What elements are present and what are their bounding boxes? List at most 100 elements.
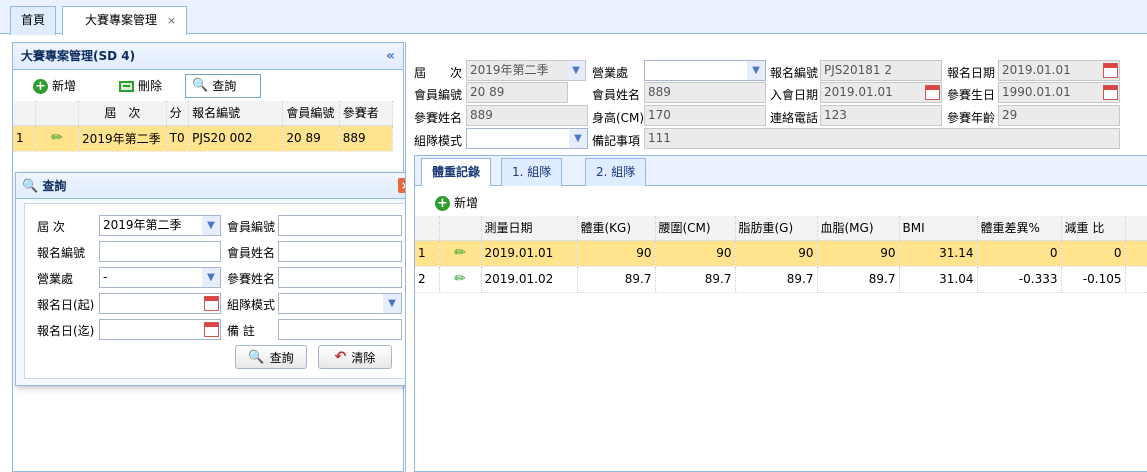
tab-group-2-label: 2. 組隊 xyxy=(596,165,636,179)
collapse-icon[interactable]: « xyxy=(386,43,395,70)
col-date[interactable]: 測量日期 xyxy=(481,216,578,241)
col-session[interactable]: 屆 次 xyxy=(78,101,167,126)
height-field[interactable]: 170 xyxy=(644,105,766,126)
chevron-down-icon[interactable]: ▼ xyxy=(747,61,765,80)
col-ratio[interactable]: 減重 比 xyxy=(1061,216,1126,241)
cell-filler xyxy=(1125,240,1147,267)
dialog-query-button[interactable]: 🔍 查詢 xyxy=(235,345,307,369)
participant-name-input[interactable] xyxy=(278,267,402,288)
table-row[interactable]: 1 ✏ 2019.01.01 90 90 90 90 31.14 0 0 xyxy=(415,240,1147,267)
label-branch: 營業處 xyxy=(37,272,74,286)
session-select[interactable]: 2019年第二季 ▼ xyxy=(99,215,221,236)
calendar-icon[interactable] xyxy=(204,296,219,311)
calendar-icon[interactable] xyxy=(204,322,219,337)
col-member-no[interactable]: 會員編號 xyxy=(282,101,340,126)
branch-select-value: - xyxy=(103,270,108,284)
join-date-field[interactable]: 2019.01.01 xyxy=(820,82,942,103)
col-bmi[interactable]: BMI xyxy=(899,216,978,241)
delete-button[interactable]: 刪除 xyxy=(113,74,168,98)
tab-weight-record[interactable]: 體重記錄 xyxy=(421,158,492,186)
weight-add-button[interactable]: + 新增 xyxy=(429,191,484,215)
cell-diff: -0.333 xyxy=(977,266,1062,293)
cell-waist: 89.7 xyxy=(655,266,736,293)
cell-participant: 889 xyxy=(339,125,394,152)
age-field[interactable]: 29 xyxy=(998,105,1120,126)
col-participant[interactable]: 參賽者 xyxy=(339,101,394,126)
close-icon[interactable]: × xyxy=(167,14,176,27)
tab-group-2[interactable]: 2. 組隊 xyxy=(585,158,647,186)
session-select[interactable]: 2019年第二季 ▼ xyxy=(466,60,586,81)
reg-no-field[interactable]: PJS20181 2 xyxy=(820,60,942,81)
table-row[interactable]: 1 ✏ 2019年第二季 T0 PJS20 002 20 89 889 xyxy=(13,125,394,152)
calendar-icon[interactable] xyxy=(1103,85,1118,100)
tab-contest-project[interactable]: 大賽專案管理 × xyxy=(62,6,188,35)
reg-date-field[interactable]: 2019.01.01 xyxy=(998,60,1120,81)
chevron-down-icon[interactable]: ▼ xyxy=(202,268,220,287)
col-waist[interactable]: 腰圍(CM) xyxy=(655,216,736,241)
member-name-input[interactable] xyxy=(278,241,402,262)
col-diff[interactable]: 體重差異% xyxy=(977,216,1062,241)
col-fat[interactable]: 脂肪重(G) xyxy=(735,216,818,241)
member-no-field[interactable]: 20 89🔍 xyxy=(466,82,568,103)
group-mode-select[interactable]: ▼ xyxy=(466,128,588,149)
chevron-down-icon[interactable]: ▼ xyxy=(202,216,220,235)
tab-group-1[interactable]: 1. 組隊 xyxy=(501,158,563,186)
remark-input[interactable] xyxy=(278,319,402,340)
search-icon: 🔍 xyxy=(248,349,265,365)
col-reg-no[interactable]: 報名編號 xyxy=(188,101,284,126)
tab-home[interactable]: 首頁 xyxy=(10,6,57,35)
label-remark: 備 註 xyxy=(227,324,255,338)
note-field[interactable]: 111 xyxy=(644,128,1120,149)
label-reg-no: 報名編號 xyxy=(770,66,819,80)
panel-header: 大賽專案管理(SD 4) « xyxy=(13,43,403,70)
calendar-icon[interactable] xyxy=(1103,63,1118,78)
label-reg-to: 報名日(迄) xyxy=(37,324,95,338)
cell-date: 2019.01.02 xyxy=(481,266,578,293)
member-no-value: 20 89 xyxy=(470,85,505,99)
col-lipid[interactable]: 血脂(MG) xyxy=(817,216,900,241)
query-button[interactable]: 🔍 查詢 xyxy=(185,74,261,98)
label-phone: 連絡電話 xyxy=(770,111,819,125)
dialog-header[interactable]: 🔍 查詢 × xyxy=(16,173,419,199)
chevron-down-icon[interactable]: ▼ xyxy=(383,294,401,313)
weight-header-row: 測量日期 體重(KG) 腰圍(CM) 脂肪重(G) 血脂(MG) BMI 體重差… xyxy=(415,216,1147,241)
participant-name-field[interactable]: 889 xyxy=(466,105,588,126)
calendar-icon[interactable] xyxy=(925,85,940,100)
reg-to-input[interactable] xyxy=(99,319,221,340)
join-date-value: 2019.01.01 xyxy=(824,85,893,99)
chevron-down-icon[interactable]: ▼ xyxy=(567,61,585,80)
cell-fat: 90 xyxy=(735,240,818,267)
cell-waist: 90 xyxy=(655,240,736,267)
member-name-field[interactable]: 889 xyxy=(644,82,766,103)
detail-tab-strip: 體重記錄 1. 組隊 2. 組隊 xyxy=(415,156,1147,186)
session-value: 2019年第二季 xyxy=(470,63,549,77)
delete-button-label: 刪除 xyxy=(138,79,163,93)
label-group-mode: 組隊模式 xyxy=(414,134,463,148)
table-row[interactable]: 2 ✏ 2019.01.02 89.7 89.7 89.7 89.7 31.04… xyxy=(415,266,1147,293)
chevron-down-icon[interactable]: ▼ xyxy=(569,129,587,148)
birthday-field[interactable]: 1990.01.01 xyxy=(998,82,1120,103)
session-select-value: 2019年第二季 xyxy=(103,218,182,232)
label-birthday: 參賽生日 xyxy=(947,88,996,102)
label-participant-name: 參賽姓名 xyxy=(227,272,276,286)
branch-select[interactable]: - ▼ xyxy=(99,267,221,288)
member-no-input[interactable] xyxy=(278,215,402,236)
reg-no-input[interactable] xyxy=(99,241,221,262)
add-icon: + xyxy=(33,78,48,94)
add-button[interactable]: + 新增 xyxy=(27,74,82,98)
cell-ratio: 0 xyxy=(1061,240,1126,267)
col-weight[interactable]: 體重(KG) xyxy=(577,216,656,241)
label-member-name: 會員姓名 xyxy=(227,246,276,260)
participant-name-value: 889 xyxy=(470,108,493,122)
age-value: 29 xyxy=(1002,108,1018,122)
group-mode-select[interactable]: ▼ xyxy=(278,293,402,314)
edit-row-button[interactable]: ✏ xyxy=(35,125,80,152)
edit-row-button[interactable]: ✏ xyxy=(439,240,482,267)
edit-row-button[interactable]: ✏ xyxy=(439,266,482,293)
cell-lipid: 89.7 xyxy=(817,266,900,293)
phone-field[interactable]: 123 xyxy=(820,105,942,126)
reg-from-input[interactable] xyxy=(99,293,221,314)
col-category[interactable]: 分 xyxy=(166,101,190,126)
clear-button[interactable]: ↶ 清除 xyxy=(318,345,392,369)
branch-select[interactable]: ▼ xyxy=(644,60,766,81)
